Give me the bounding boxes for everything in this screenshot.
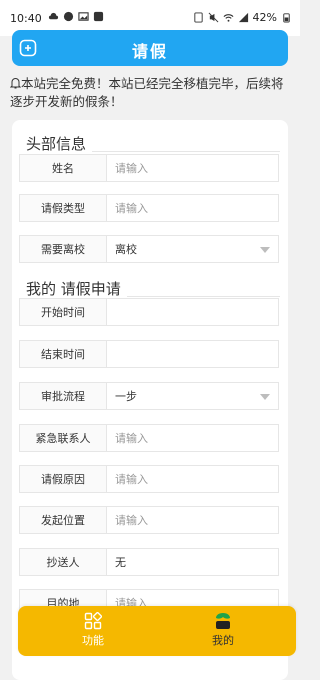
name-input[interactable]: 请输入 (107, 155, 278, 181)
bottom-nav: 功能 我的 (18, 606, 296, 656)
signal-icon (238, 12, 248, 23)
approval-label: 审批流程 (20, 383, 107, 409)
leave-school-select[interactable]: 离校 (107, 236, 278, 262)
start-time-input[interactable] (107, 299, 278, 325)
approval-select[interactable]: 一步 (107, 383, 278, 409)
emergency-contact-input[interactable]: 请输入 (107, 425, 278, 451)
grid-icon (84, 612, 102, 630)
image-icon (78, 12, 89, 21)
location-field[interactable]: 发起位置 请输入 (19, 506, 279, 534)
notification-icons (48, 11, 104, 22)
cc-field[interactable]: 抄送人 无 (19, 548, 279, 576)
reason-label: 请假原因 (20, 466, 107, 492)
dropdown-arrow-icon (260, 247, 270, 253)
location-input[interactable]: 请输入 (107, 507, 278, 533)
battery-icon (283, 13, 290, 23)
section-apply: 我的 请假申请 (20, 278, 280, 298)
header-bar: 请假 (12, 30, 288, 66)
end-time-label: 结束时间 (20, 341, 107, 367)
leave-type-field[interactable]: 请假类型 请输入 (19, 194, 279, 222)
page-title: 请假 (131, 42, 168, 61)
emergency-contact-field[interactable]: 紧急联系人 请输入 (19, 424, 279, 452)
start-time-label: 开始时间 (20, 299, 107, 325)
chat-icon (63, 11, 74, 22)
nav-mine[interactable]: 我的 (188, 612, 258, 648)
leave-type-input[interactable]: 请输入 (107, 195, 278, 221)
reason-field[interactable]: 请假原因 请输入 (19, 465, 279, 493)
emergency-contact-label: 紧急联系人 (20, 425, 107, 451)
cc-label: 抄送人 (20, 549, 107, 575)
cc-input[interactable]: 无 (107, 549, 278, 575)
leave-school-label: 需要离校 (20, 236, 107, 262)
section-head-info-title: 头部信息 (20, 135, 93, 153)
dropdown-arrow-icon (260, 394, 270, 400)
location-label: 发起位置 (20, 507, 107, 533)
approval-field[interactable]: 审批流程 一步 (19, 382, 279, 410)
leave-school-field[interactable]: 需要离校 离校 (19, 235, 279, 263)
mute-icon (208, 12, 218, 23)
leave-type-label: 请假类型 (20, 195, 107, 221)
section-apply-title: 我的 请假申请 (20, 280, 127, 298)
end-time-field[interactable]: 结束时间 (19, 340, 279, 368)
cloud-icon (48, 12, 59, 20)
nfc-icon (193, 12, 203, 23)
profile-icon (216, 613, 230, 629)
bell-icon (10, 78, 21, 89)
approval-value: 一步 (115, 390, 137, 403)
notice-text: 本站完全免费！本站已经完全移植完毕，后续将逐步开发新的假条！ (10, 76, 284, 109)
form-card: 头部信息 姓名 请输入 请假类型 请输入 需要离校 离校 我的 请假申请 开始时… (12, 120, 288, 680)
nav-mine-label: 我的 (212, 634, 234, 647)
status-time: 10:40 (10, 12, 42, 25)
reason-input[interactable]: 请输入 (107, 466, 278, 492)
start-time-field[interactable]: 开始时间 (19, 298, 279, 326)
system-icons: 42% (193, 11, 292, 24)
wifi-icon (223, 14, 234, 22)
end-time-input[interactable] (107, 341, 278, 367)
leave-school-value: 离校 (115, 243, 137, 256)
name-label: 姓名 (20, 155, 107, 181)
nav-functions-label: 功能 (82, 634, 104, 647)
name-field[interactable]: 姓名 请输入 (19, 154, 279, 182)
section-head-info: 头部信息 (20, 133, 280, 153)
app-icon (93, 11, 104, 22)
battery-percent: 42% (252, 11, 277, 24)
notice-banner: 本站完全免费！本站已经完全移植完毕，后续将逐步开发新的假条！ (10, 75, 292, 111)
nav-functions[interactable]: 功能 (58, 612, 128, 648)
